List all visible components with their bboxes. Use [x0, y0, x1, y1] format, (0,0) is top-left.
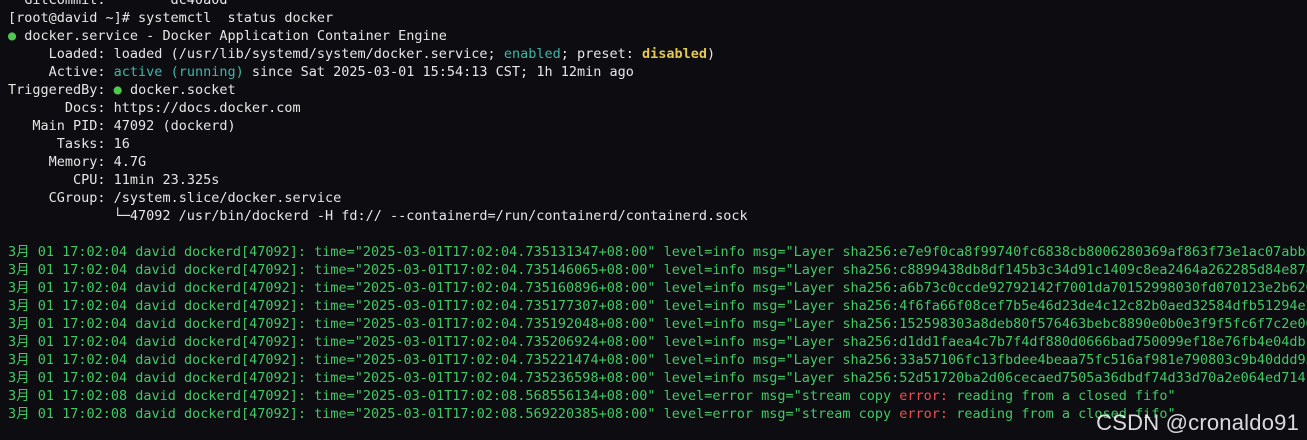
log-line: 3月 01 17:02:04 david dockerd[47092]: tim… — [8, 279, 1307, 297]
log-text: 3月 01 17:02:04 david dockerd[47092]: tim… — [8, 280, 1307, 296]
log-text: 3月 01 17:02:04 david dockerd[47092]: tim… — [8, 298, 1307, 314]
loaded-label: Loaded: — [8, 46, 114, 62]
preset-disabled: disabled — [642, 46, 708, 62]
log-text: 3月 01 17:02:04 david dockerd[47092]: tim… — [8, 370, 1307, 386]
unit-description: docker.service - Docker Application Cont… — [16, 28, 447, 44]
csdn-watermark: CSDN @cronaldo91 — [1096, 410, 1299, 435]
log-text: 3月 01 17:02:04 david dockerd[47092]: tim… — [8, 244, 1307, 260]
log-text: 3月 01 17:02:04 david dockerd[47092]: tim… — [8, 334, 1307, 350]
cgroup-tree-line: └─47092 /usr/bin/dockerd -H fd:// --cont… — [8, 208, 748, 224]
docs-label: Docs: — [8, 100, 114, 116]
terminal-window[interactable]: GitCommit: dc40a0d [root@david ~]# syste… — [0, 0, 1307, 440]
triggered-value: docker.socket — [121, 82, 236, 98]
cpu-line: CPU: 11min 23.325s — [8, 171, 1307, 189]
log-line: 3月 01 17:02:04 david dockerd[47092]: tim… — [8, 333, 1307, 351]
log-lines: 3月 01 17:02:04 david dockerd[47092]: tim… — [8, 243, 1307, 423]
error-keyword: error: — [899, 388, 949, 404]
active-state: active (running) — [113, 64, 244, 80]
log-line: 3月 01 17:02:04 david dockerd[47092]: tim… — [8, 351, 1307, 369]
memory-line: Memory: 4.7G — [8, 153, 1307, 171]
main-pid-value: 47092 (dockerd) — [113, 118, 236, 134]
active-line: Active: active (running) since Sat 2025-… — [8, 63, 1307, 81]
memory-label: Memory: — [8, 154, 114, 170]
loaded-close: ) — [707, 46, 716, 62]
error-log-prefix: 3月 01 17:02:08 david dockerd[47092]: tim… — [8, 406, 900, 422]
preset-separator: ; preset: — [560, 46, 642, 62]
terminal-output: GitCommit: dc40a0d [root@david ~]# syste… — [8, 0, 1307, 423]
error-log-prefix: 3月 01 17:02:08 david dockerd[47092]: tim… — [8, 388, 900, 404]
active-label: Active: — [8, 64, 114, 80]
enabled-state: enabled — [503, 46, 561, 62]
docs-link[interactable]: https://docs.docker.com — [114, 100, 301, 116]
error-log-suffix: reading from a closed fifo" — [948, 388, 1176, 404]
log-line: 3月 01 17:02:04 david dockerd[47092]: tim… — [8, 369, 1307, 387]
log-text: 3月 01 17:02:04 david dockerd[47092]: tim… — [8, 352, 1307, 368]
main-pid-line: Main PID: 47092 (dockerd) — [8, 117, 1307, 135]
triggered-by-line: TriggeredBy: ● docker.socket — [8, 81, 1307, 99]
log-line: 3月 01 17:02:04 david dockerd[47092]: tim… — [8, 315, 1307, 333]
cgroup-label: CGroup: — [8, 190, 114, 206]
memory-value: 4.7G — [113, 154, 147, 170]
cpu-label: CPU: — [8, 172, 114, 188]
docs-line: Docs: https://docs.docker.com — [8, 99, 1307, 117]
active-dot-icon: ● — [8, 28, 17, 44]
cgroup-value: /system.slice/docker.service — [113, 190, 342, 206]
loaded-line: Loaded: loaded (/usr/lib/systemd/system/… — [8, 45, 1307, 63]
command-text: systemctl status docker — [138, 10, 334, 26]
shell-prompt: [root@david ~]# — [8, 10, 139, 26]
triggered-label: TriggeredBy: — [8, 82, 114, 98]
cpu-value: 11min 23.325s — [113, 172, 220, 188]
tasks-value: 16 — [113, 136, 130, 152]
active-since: since Sat 2025-03-01 15:54:13 CST; 1h 12… — [243, 64, 634, 80]
main-pid-label: Main PID: — [8, 118, 114, 134]
log-text: 3月 01 17:02:04 david dockerd[47092]: tim… — [8, 262, 1307, 278]
log-line: 3月 01 17:02:04 david dockerd[47092]: tim… — [8, 297, 1307, 315]
unit-line: ● docker.service - Docker Application Co… — [8, 27, 1307, 45]
version-output-line: GitCommit: dc40a0d — [8, 0, 228, 8]
error-log-line: 3月 01 17:02:08 david dockerd[47092]: tim… — [8, 387, 1307, 405]
command-line: [root@david ~]# systemctl status docker — [8, 9, 1307, 27]
tasks-line: Tasks: 16 — [8, 135, 1307, 153]
log-line: 3月 01 17:02:04 david dockerd[47092]: tim… — [8, 243, 1307, 261]
loaded-value: loaded (/usr/lib/systemd/system/docker.s… — [113, 46, 504, 62]
error-keyword: error: — [899, 406, 949, 422]
tasks-label: Tasks: — [8, 136, 114, 152]
log-text: 3月 01 17:02:04 david dockerd[47092]: tim… — [8, 316, 1307, 332]
socket-dot-icon: ● — [113, 82, 122, 98]
log-line: 3月 01 17:02:04 david dockerd[47092]: tim… — [8, 261, 1307, 279]
cgroup-line: CGroup: /system.slice/docker.service — [8, 189, 1307, 207]
